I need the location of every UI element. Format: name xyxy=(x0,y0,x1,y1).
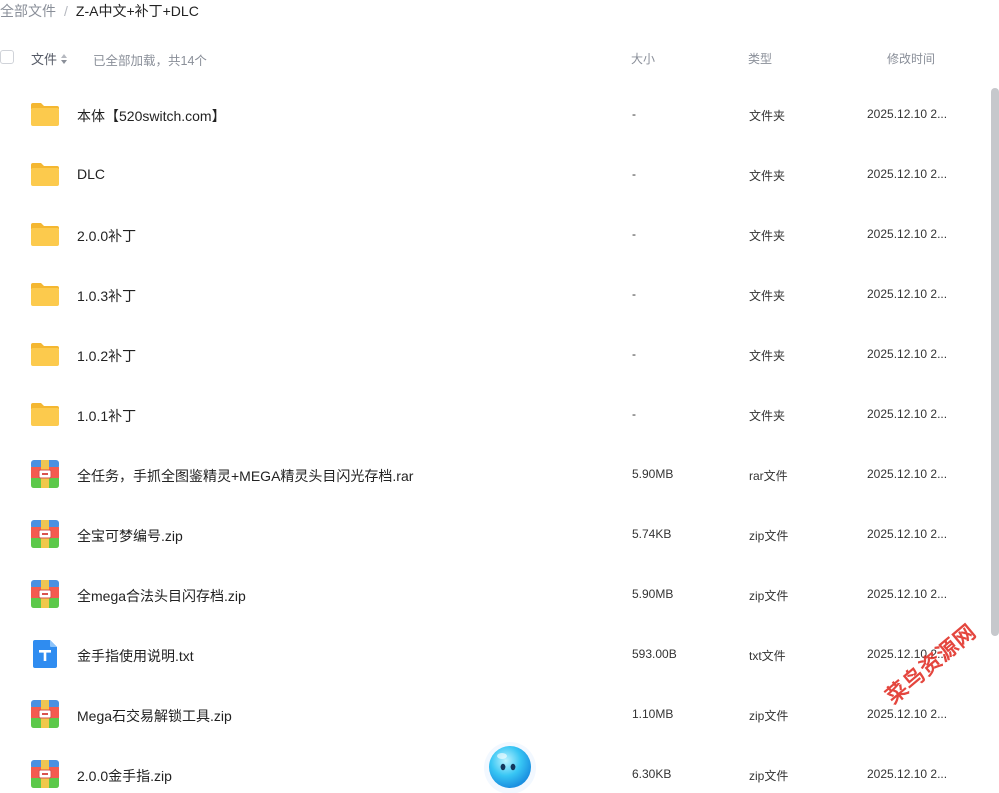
file-type: 文件夹 xyxy=(749,109,786,123)
vertical-scrollbar[interactable] xyxy=(991,88,999,636)
file-size: - xyxy=(632,347,636,361)
column-size-header[interactable]: 大小 xyxy=(631,50,655,67)
file-name[interactable]: DLC xyxy=(77,166,105,182)
archive-icon xyxy=(30,699,60,729)
file-modified-time: 2025.12.10 2... xyxy=(867,527,948,541)
file-row[interactable]: DLC - 文件夹 2025.12.10 2... xyxy=(0,144,985,204)
file-modified-time: 2025.12.10 2... xyxy=(867,287,948,301)
column-name-label: 文件 xyxy=(31,52,58,67)
folder-icon xyxy=(30,99,60,129)
file-modified-time: 2025.12.10 2... xyxy=(867,767,948,781)
file-size: 5.90MB xyxy=(632,467,674,481)
file-name[interactable]: Mega石交易解锁工具.zip xyxy=(77,706,232,726)
file-type: 文件夹 xyxy=(749,349,786,363)
folder-icon xyxy=(30,399,60,429)
file-size: - xyxy=(632,227,636,241)
file-row[interactable]: 金手指使用说明.txt 593.00B txt文件 2025.12.10 2... xyxy=(0,624,985,684)
file-row[interactable]: Mega石交易解锁工具.zip 1.10MB zip文件 2025.12.10 2..… xyxy=(0,684,985,744)
file-size: - xyxy=(632,107,636,121)
file-size: - xyxy=(632,167,636,181)
sort-icon[interactable] xyxy=(61,53,68,65)
file-type: zip文件 xyxy=(749,589,789,603)
file-type: zip文件 xyxy=(749,709,789,723)
breadcrumb-separator: / xyxy=(64,3,68,19)
file-name[interactable]: 2.0.0补丁 xyxy=(77,226,136,246)
archive-icon xyxy=(30,459,60,489)
file-modified-time: 2025.12.10 2... xyxy=(867,467,948,481)
file-type: 文件夹 xyxy=(749,409,786,423)
folder-icon xyxy=(30,339,60,369)
file-size: 6.30KB xyxy=(632,767,672,781)
file-size: 593.00B xyxy=(632,647,677,661)
file-row[interactable]: 全宝可梦编号.zip 5.74KB zip文件 2025.12.10 2... xyxy=(0,504,985,564)
file-name[interactable]: 1.0.1补丁 xyxy=(77,406,136,426)
column-type-header[interactable]: 类型 xyxy=(748,50,772,67)
file-row[interactable]: 1.0.3补丁 - 文件夹 2025.12.10 2... xyxy=(0,264,985,324)
archive-icon xyxy=(30,759,60,789)
file-modified-time: 2025.12.10 2... xyxy=(867,587,948,601)
assistant-mascot-icon[interactable] xyxy=(480,738,540,793)
file-name[interactable]: 1.0.3补丁 xyxy=(77,286,136,306)
file-name[interactable]: 全任务，手抓全图鉴精灵+MEGA精灵头目闪光存档.rar xyxy=(77,466,413,486)
file-modified-time: 2025.12.10 2... xyxy=(867,167,948,181)
file-type: 文件夹 xyxy=(749,169,786,183)
folder-icon xyxy=(30,219,60,249)
breadcrumb-root[interactable]: 全部文件 xyxy=(0,1,56,21)
folder-icon xyxy=(30,159,60,189)
file-type: rar文件 xyxy=(749,469,788,483)
text-file-icon xyxy=(30,639,60,669)
file-list-header: 文件 已全部加载，共14个 大小 类型 修改时间 xyxy=(0,40,999,76)
file-name[interactable]: 本体【520switch.com】 xyxy=(77,106,226,126)
file-name[interactable]: 金手指使用说明.txt xyxy=(77,646,194,666)
file-modified-time: 2025.12.10 2... xyxy=(867,107,948,121)
file-type: 文件夹 xyxy=(749,289,786,303)
file-name[interactable]: 全mega合法头目闪存档.zip xyxy=(77,586,246,606)
file-size: - xyxy=(632,287,636,301)
breadcrumb-current: Z-A中文+补丁+DLC xyxy=(75,3,199,19)
file-row[interactable]: 全mega合法头目闪存档.zip 5.90MB zip文件 2025.12.10 2.… xyxy=(0,564,985,624)
file-name[interactable]: 全宝可梦编号.zip xyxy=(77,526,183,546)
file-name[interactable]: 1.0.2补丁 xyxy=(77,346,136,366)
folder-icon xyxy=(30,279,60,309)
file-type: zip文件 xyxy=(749,769,789,783)
file-type: txt文件 xyxy=(749,649,786,663)
file-size: 5.74KB xyxy=(632,527,672,541)
column-time-header[interactable]: 修改时间 xyxy=(887,50,935,67)
file-modified-time: 2025.12.10 2... xyxy=(867,407,948,421)
file-row[interactable]: 1.0.1补丁 - 文件夹 2025.12.10 2... xyxy=(0,384,985,444)
file-type: 文件夹 xyxy=(749,229,786,243)
loaded-count-text: 已全部加载，共14个 xyxy=(93,54,207,68)
file-size: - xyxy=(632,407,636,421)
file-row[interactable]: 1.0.2补丁 - 文件夹 2025.12.10 2... xyxy=(0,324,985,384)
file-row[interactable]: 2.0.0补丁 - 文件夹 2025.12.10 2... xyxy=(0,204,985,264)
file-row[interactable]: 本体【520switch.com】 - 文件夹 2025.12.10 2... xyxy=(0,84,985,144)
file-list: 本体【520switch.com】 - 文件夹 2025.12.10 2... DLC -… xyxy=(0,84,985,793)
breadcrumb: 全部文件 / Z-A中文+补丁+DLC xyxy=(0,0,199,22)
file-browser: 全部文件 / Z-A中文+补丁+DLC 文件 已全部加载，共14个 大小 类型 … xyxy=(0,0,999,793)
archive-icon xyxy=(30,579,60,609)
file-modified-time: 2025.12.10 2... xyxy=(867,707,948,721)
archive-icon xyxy=(30,519,60,549)
file-type: zip文件 xyxy=(749,529,789,543)
file-row[interactable]: 全任务，手抓全图鉴精灵+MEGA精灵头目闪光存档.rar 5.90MB rar文件 2… xyxy=(0,444,985,504)
file-name[interactable]: 2.0.0金手指.zip xyxy=(77,766,172,786)
file-size: 5.90MB xyxy=(632,587,674,601)
column-name-header[interactable]: 文件 xyxy=(31,49,68,68)
select-all-checkbox[interactable] xyxy=(0,50,14,64)
file-modified-time: 2025.12.10 2... xyxy=(867,347,948,361)
file-size: 1.10MB xyxy=(632,707,674,721)
file-modified-time: 2025.12.10 2... xyxy=(867,227,948,241)
